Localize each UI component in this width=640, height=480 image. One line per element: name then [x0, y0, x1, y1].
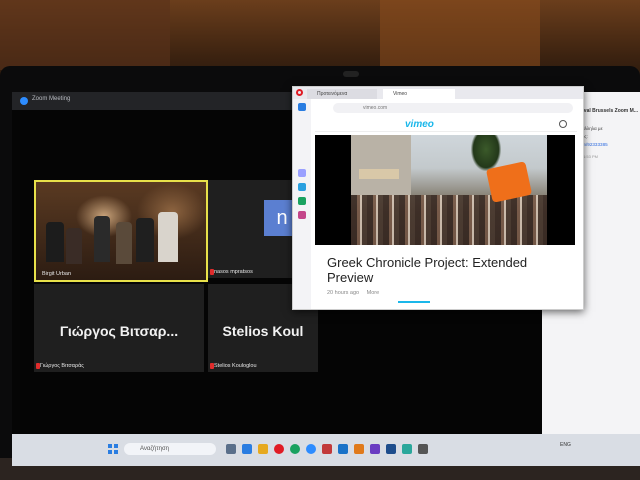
tray-language[interactable]: ENG: [560, 442, 571, 448]
opera-logo-icon[interactable]: [296, 89, 303, 96]
participant-name: nasos mpratsos: [214, 269, 253, 275]
wall-panel: [380, 0, 540, 66]
crowd: [351, 195, 547, 245]
browser-window: Προτεινόμενα Vimeo vimeo.com vimeo Greek…: [292, 86, 584, 310]
messenger-icon[interactable]: [298, 169, 306, 177]
video-frame: [351, 135, 547, 245]
participant-tile-birgit[interactable]: Birgit Urban: [34, 180, 208, 282]
taskbar-search[interactable]: Αναζήτηση: [124, 443, 216, 455]
participant-name: Γιώργος Βιτσαράς: [40, 363, 84, 369]
palm-tree: [471, 135, 501, 171]
participant-display-name: Stelios Koul: [222, 322, 304, 339]
telegram-icon[interactable]: [298, 183, 306, 191]
app-icon[interactable]: [418, 444, 428, 454]
video-title[interactable]: Greek Chronicle Project: Extended Previe…: [327, 255, 567, 285]
app-icon[interactable]: [402, 444, 412, 454]
zoom-window-title: Zoom Meeting: [32, 96, 71, 102]
instagram-icon[interactable]: [298, 211, 306, 219]
search-icon[interactable]: [559, 120, 567, 128]
zoom-logo-icon: [20, 97, 28, 105]
app-icon[interactable]: [354, 444, 364, 454]
participant-name: Stelios Kouloglou: [214, 363, 257, 369]
participant-name: Birgit Urban: [42, 271, 72, 277]
zoom-icon[interactable]: [306, 444, 316, 454]
video-age: 20 hours ago: [327, 290, 360, 296]
vimeo-header: [315, 117, 577, 132]
home-icon[interactable]: [298, 103, 306, 111]
participant-video: [36, 182, 206, 280]
video-player[interactable]: [315, 135, 575, 245]
app-icon[interactable]: [338, 444, 348, 454]
tab-suggested[interactable]: Προτεινόμενα: [307, 89, 377, 99]
opera-icon[interactable]: [274, 444, 284, 454]
protest-banner: [359, 169, 399, 179]
mcafee-icon[interactable]: [322, 444, 332, 454]
file-explorer-icon[interactable]: [258, 444, 268, 454]
chrome-icon[interactable]: [290, 444, 300, 454]
progress-indicator: [398, 301, 430, 303]
browser-sidebar: [293, 99, 311, 309]
task-view-icon[interactable]: [226, 444, 236, 454]
app-icon[interactable]: [370, 444, 380, 454]
edge-icon[interactable]: [242, 444, 252, 454]
tab-vimeo[interactable]: Vimeo: [383, 89, 455, 99]
video-meta: 20 hours ago More: [327, 290, 379, 296]
participant-display-name: Γιώργος Βιτσαρ...: [59, 322, 179, 339]
participant-tile-giorgos[interactable]: Γιώργος Βιτσαρ... Γιώργος Βιτσαράς: [34, 284, 204, 372]
windows-start-icon[interactable]: [108, 444, 118, 454]
wall-panel: [0, 0, 170, 70]
more-link[interactable]: More: [367, 290, 380, 296]
vimeo-logo[interactable]: vimeo: [405, 119, 434, 130]
app-icon[interactable]: [386, 444, 396, 454]
address-bar[interactable]: vimeo.com: [333, 103, 573, 113]
webcam: [343, 71, 359, 77]
whatsapp-icon[interactable]: [298, 197, 306, 205]
